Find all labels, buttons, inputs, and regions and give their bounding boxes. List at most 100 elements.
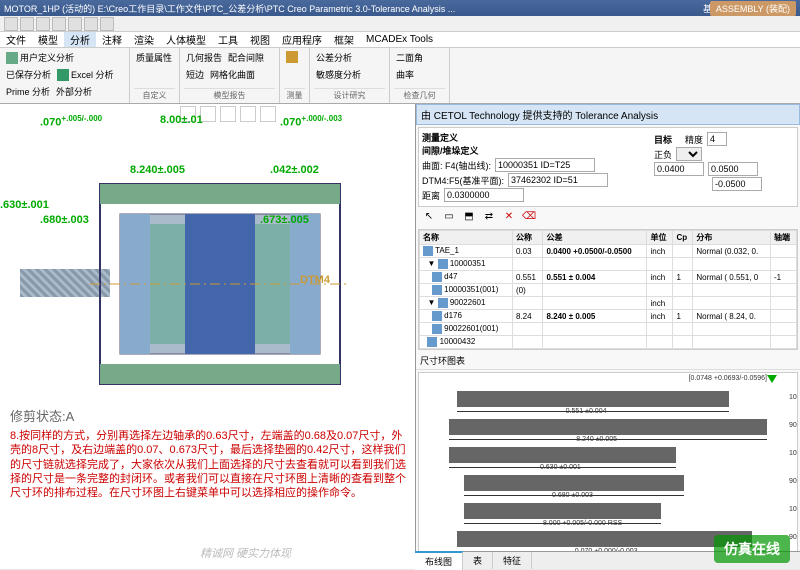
- table-row[interactable]: 10000351(001)(0): [420, 284, 797, 297]
- posneg-label: 正负: [654, 148, 672, 161]
- chain-icon[interactable]: ⬒: [462, 211, 476, 225]
- vp-rotate-icon[interactable]: [240, 106, 256, 122]
- bar-name: 90022601: [789, 478, 798, 485]
- rib-geom-rep[interactable]: 几何报告: [184, 50, 224, 65]
- menu-annotate[interactable]: 注释: [96, 32, 128, 47]
- table-row[interactable]: 90022601(001): [420, 323, 797, 336]
- chart-bar[interactable]: [457, 531, 752, 547]
- close-win-icon[interactable]: [100, 17, 114, 31]
- bar-name: 10000351: [789, 506, 798, 513]
- rib-mass[interactable]: 质量属性: [134, 50, 174, 65]
- col-header[interactable]: 单位: [647, 231, 673, 245]
- tgt3-input[interactable]: [712, 177, 762, 191]
- surf-input[interactable]: [495, 158, 595, 172]
- col-header[interactable]: 分布: [693, 231, 771, 245]
- link-icon[interactable]: ⇄: [482, 211, 496, 225]
- bar-name: 90022601: [789, 422, 798, 429]
- dim-070b: .070+.000/-.003: [280, 114, 342, 129]
- chart-bar[interactable]: [457, 391, 729, 407]
- ribbon-label-report: 模型报告: [184, 88, 275, 101]
- clear-icon[interactable]: ⌫: [522, 211, 536, 225]
- dist-input[interactable]: [444, 188, 524, 202]
- vp-view-icon[interactable]: [260, 106, 276, 122]
- col-header[interactable]: 轴端: [771, 231, 797, 245]
- rib-excel[interactable]: Excel 分析: [55, 67, 116, 82]
- menu-tools[interactable]: 工具: [212, 32, 244, 47]
- tab-layout[interactable]: 布线图: [415, 551, 463, 570]
- rib-tol[interactable]: 公差分析: [314, 50, 354, 65]
- delete-icon[interactable]: ✕: [502, 211, 516, 225]
- rib-mesh[interactable]: 网格化曲面: [208, 67, 257, 82]
- rib-dihedral[interactable]: 二面角: [394, 50, 425, 65]
- chart-bar[interactable]: [464, 503, 661, 519]
- col-header[interactable]: 名称: [420, 231, 513, 245]
- table-row[interactable]: 10000432: [420, 336, 797, 349]
- chart-bar[interactable]: [449, 447, 676, 463]
- rib-fit[interactable]: 配合间隙: [226, 50, 266, 65]
- dtm-input[interactable]: [508, 173, 608, 187]
- rib-user-analysis[interactable]: 用户定义分析: [4, 50, 76, 65]
- menu-render[interactable]: 渲染: [128, 32, 160, 47]
- rib-saved-analysis[interactable]: 已保存分析: [4, 67, 53, 82]
- table-row[interactable]: d1768.248.240 ± 0.005inch1Normal ( 8.24,…: [420, 310, 797, 323]
- rib-short[interactable]: 短边: [184, 67, 206, 82]
- menu-bar: 文件 模型 分析 注释 渲染 人体模型 工具 视图 应用程序 框架 MCADEx…: [0, 32, 800, 48]
- new-icon[interactable]: [4, 17, 18, 31]
- menu-manikin[interactable]: 人体模型: [160, 32, 212, 47]
- menu-model[interactable]: 模型: [32, 32, 64, 47]
- col-header[interactable]: 公差: [543, 231, 647, 245]
- rib-curv[interactable]: 曲率: [394, 67, 416, 82]
- select-icon[interactable]: ▭: [442, 211, 456, 225]
- menu-apps[interactable]: 应用程序: [276, 32, 328, 47]
- trim-status: 修剪状态:A: [10, 409, 410, 426]
- menu-frame[interactable]: 框架: [328, 32, 360, 47]
- rib-measure[interactable]: [284, 50, 300, 64]
- chart-bar[interactable]: [464, 475, 683, 491]
- quick-access-toolbar: [0, 16, 800, 32]
- tolerance-table[interactable]: 名称公称公差单位Cp分布轴端 TAE_10.030.0400 +0.0500/-…: [418, 229, 798, 350]
- window-title: MOTOR_1HP (活动的) E:\Creo工作目录\工作文件\PTC_公差分…: [4, 2, 455, 15]
- model-viewport[interactable]: .070+.005/-.000 8.00±.01 .070+.000/-.003…: [0, 104, 415, 569]
- surf-label: 曲面: F4(轴出线):: [422, 159, 491, 172]
- regen-icon[interactable]: [84, 17, 98, 31]
- target-label: 目标: [654, 133, 672, 146]
- redo-icon[interactable]: [68, 17, 82, 31]
- chart-bar[interactable]: [449, 419, 767, 435]
- menu-mcadex[interactable]: MCADEx Tools: [360, 34, 439, 45]
- ribbon: 用户定义分析 已保存分析 Excel 分析 Prime 分析 外部分析 性能监视…: [0, 48, 800, 104]
- bar-name: 10000351: [789, 394, 798, 401]
- arrow-icon[interactable]: ↖: [422, 211, 436, 225]
- tab-feature[interactable]: 特征: [493, 552, 532, 569]
- table-row[interactable]: d470.5510.551 ± 0.004inch1Normal ( 0.551…: [420, 271, 797, 284]
- menu-analysis[interactable]: 分析: [64, 32, 96, 47]
- chart-total-label: [0.0748 +0.0693/-0.0596]: [689, 375, 767, 382]
- window-titlebar: MOTOR_1HP (活动的) E:\Creo工作目录\工作文件\PTC_公差分…: [0, 0, 800, 16]
- bar-name: 90022601: [789, 534, 798, 541]
- tol-header: 由 CETOL Technology 提供支持的 Tolerance Analy…: [416, 104, 800, 125]
- open-icon[interactable]: [20, 17, 34, 31]
- rib-sens[interactable]: 敏感度分析: [314, 67, 363, 82]
- dim-070a: .070+.005/-.000: [40, 114, 102, 129]
- dim-673: .673±.005: [260, 214, 309, 226]
- menu-file[interactable]: 文件: [0, 32, 32, 47]
- table-row[interactable]: TAE_10.030.0400 +0.0500/-0.0500inchNorma…: [420, 245, 797, 258]
- precision-input[interactable]: [707, 132, 727, 146]
- ribbon-label-design: 设计研究: [314, 88, 385, 101]
- col-header[interactable]: 公称: [512, 231, 543, 245]
- posneg-select[interactable]: [676, 147, 702, 161]
- dist-label: 距离: [422, 189, 440, 202]
- undo-icon[interactable]: [52, 17, 66, 31]
- table-row[interactable]: ▼ 90022601inch: [420, 297, 797, 310]
- tab-table[interactable]: 表: [463, 552, 493, 569]
- tgt1-input[interactable]: [654, 162, 704, 176]
- measure-icon: [286, 51, 298, 63]
- save-icon[interactable]: [36, 17, 50, 31]
- rib-prime[interactable]: Prime 分析: [4, 84, 52, 99]
- vp-pan-icon[interactable]: [220, 106, 236, 122]
- col-header[interactable]: Cp: [673, 231, 693, 245]
- table-row[interactable]: ▼ 10000351: [420, 258, 797, 271]
- rib-external[interactable]: 外部分析: [54, 84, 94, 99]
- assembly-badge: ASSEMBLY (装配): [710, 1, 796, 16]
- tgt2-input[interactable]: [708, 162, 758, 176]
- menu-view[interactable]: 视图: [244, 32, 276, 47]
